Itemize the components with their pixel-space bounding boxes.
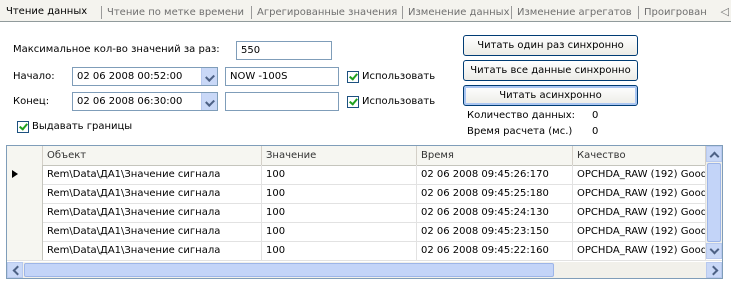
tab-separator [251, 6, 252, 19]
cell-quality[interactable]: OPCHDA_RAW (192) Good,N [573, 241, 706, 260]
bounds-label: Выдавать границы [32, 121, 133, 132]
scroll-down-icon[interactable] [706, 243, 722, 259]
start-use-label: Использовать [362, 71, 436, 82]
scroll-left-icon[interactable] [7, 262, 23, 278]
cell-value[interactable]: 100 [262, 241, 417, 260]
tab-read-data[interactable]: Чтение данных [6, 4, 87, 19]
row-header[interactable] [7, 165, 43, 184]
read-all-sync-button[interactable]: Читать все данные синхронно [463, 60, 638, 81]
data-count-value: 0 [592, 110, 599, 121]
end-label: Конец: [13, 96, 50, 107]
cell-value[interactable]: 100 [262, 184, 417, 203]
start-date-value: 02 06 2008 00:52:00 [77, 71, 183, 82]
tab-separator [511, 6, 512, 19]
tab-strip: Чтение данных Чтение по метке времени Аг… [0, 0, 731, 22]
cell-object[interactable]: Rem\Data\ДА1\Значение сигнала [43, 222, 262, 241]
cell-object[interactable]: Rem\Data\ДА1\Значение сигнала [43, 165, 262, 184]
data-grid: Объект Значение Время Качество Rem\Data\… [6, 145, 723, 279]
start-use-checkbox[interactable] [347, 71, 359, 83]
tab-separator [638, 6, 639, 19]
table-row[interactable]: Rem\Data\ДА1\Значение сигнала 100 02 06 … [7, 222, 722, 242]
start-date-combo[interactable]: 02 06 2008 00:52:00 [72, 67, 218, 86]
chevron-down-icon[interactable] [201, 93, 217, 110]
cell-object[interactable]: Rem\Data\ДА1\Значение сигнала [43, 184, 262, 203]
cell-quality[interactable]: OPCHDA_RAW (192) Good,N [573, 184, 706, 203]
row-header-corner [7, 146, 43, 165]
row-header[interactable] [7, 184, 43, 203]
data-count-label: Количество данных: [467, 110, 575, 121]
tab-change-aggregates[interactable]: Изменение агрегатов [517, 5, 632, 20]
cell-time[interactable]: 02 06 2008 09:45:23:150 [417, 222, 573, 241]
max-values-label: Максимальное кол-во значений за раз: [13, 44, 220, 55]
calc-time-value: 0 [592, 126, 599, 137]
column-header-time[interactable]: Время [417, 146, 573, 165]
chevron-down-icon[interactable] [201, 68, 217, 85]
row-header[interactable] [7, 222, 43, 241]
horizontal-scroll-thumb[interactable] [24, 263, 554, 277]
max-values-input[interactable]: 550 [236, 41, 332, 60]
cell-time[interactable]: 02 06 2008 09:45:26:170 [417, 165, 573, 184]
calc-time-label: Время расчета (мс.) [467, 126, 573, 137]
cell-quality[interactable]: OPCHDA_RAW (192) Good,N [573, 165, 706, 184]
vertical-scroll-thumb[interactable] [707, 163, 721, 242]
end-use-label: Использовать [362, 96, 436, 107]
tab-change-data[interactable]: Изменение данных [408, 5, 509, 20]
tab-scroll-left-icon[interactable]: ◁ [721, 5, 729, 18]
column-header-value[interactable]: Значение [262, 146, 417, 165]
table-row[interactable]: Rem\Data\ДА1\Значение сигнала 100 02 06 … [7, 203, 722, 223]
current-row-arrow-icon [12, 170, 18, 178]
cell-quality[interactable]: OPCHDA_RAW (192) Good,N [573, 203, 706, 222]
end-date-combo[interactable]: 02 06 2008 06:30:00 [72, 92, 218, 111]
table-row[interactable]: Rem\Data\ДА1\Значение сигнала 100 02 06 … [7, 241, 722, 261]
scroll-up-icon[interactable] [706, 146, 722, 162]
table-row[interactable]: Rem\Data\ДА1\Значение сигнала 100 02 06 … [7, 184, 722, 204]
end-expression-input[interactable] [225, 92, 339, 111]
tab-aggregated-values[interactable]: Агрегированные значения [257, 5, 397, 20]
cell-quality[interactable]: OPCHDA_RAW (192) Good,N [573, 222, 706, 241]
cell-value[interactable]: 100 [262, 165, 417, 184]
cell-time[interactable]: 02 06 2008 09:45:24:130 [417, 203, 573, 222]
start-expression-input[interactable]: NOW -100S [225, 67, 339, 86]
read-async-button[interactable]: Читать асинхронно [463, 85, 638, 106]
row-header[interactable] [7, 203, 43, 222]
cell-value[interactable]: 100 [262, 222, 417, 241]
tab-read-by-timestamp[interactable]: Чтение по метке времени [107, 5, 244, 20]
cell-value[interactable]: 100 [262, 203, 417, 222]
cell-time[interactable]: 02 06 2008 09:45:22:160 [417, 241, 573, 260]
tab-separator [402, 6, 403, 19]
horizontal-scrollbar[interactable] [7, 262, 722, 278]
column-header-object[interactable]: Объект [43, 146, 262, 165]
start-label: Начало: [13, 71, 55, 82]
table-row[interactable]: Rem\Data\ДА1\Значение сигнала 100 02 06 … [7, 165, 722, 185]
read-one-sync-button[interactable]: Читать один раз синхронно [463, 35, 638, 56]
scroll-right-icon[interactable] [706, 262, 722, 278]
column-header-quality[interactable]: Качество [573, 146, 706, 165]
row-header[interactable] [7, 241, 43, 260]
cell-object[interactable]: Rem\Data\ДА1\Значение сигнала [43, 241, 262, 260]
vertical-scrollbar[interactable] [706, 146, 722, 259]
tab-separator [101, 6, 102, 19]
end-date-value: 02 06 2008 06:30:00 [77, 96, 183, 107]
tab-playback[interactable]: Проигрован [644, 5, 707, 20]
end-use-checkbox[interactable] [347, 96, 359, 108]
grid-header: Объект Значение Время Качество [7, 146, 722, 166]
cell-time[interactable]: 02 06 2008 09:45:25:180 [417, 184, 573, 203]
bounds-checkbox[interactable] [17, 121, 29, 133]
cell-object[interactable]: Rem\Data\ДА1\Значение сигнала [43, 203, 262, 222]
